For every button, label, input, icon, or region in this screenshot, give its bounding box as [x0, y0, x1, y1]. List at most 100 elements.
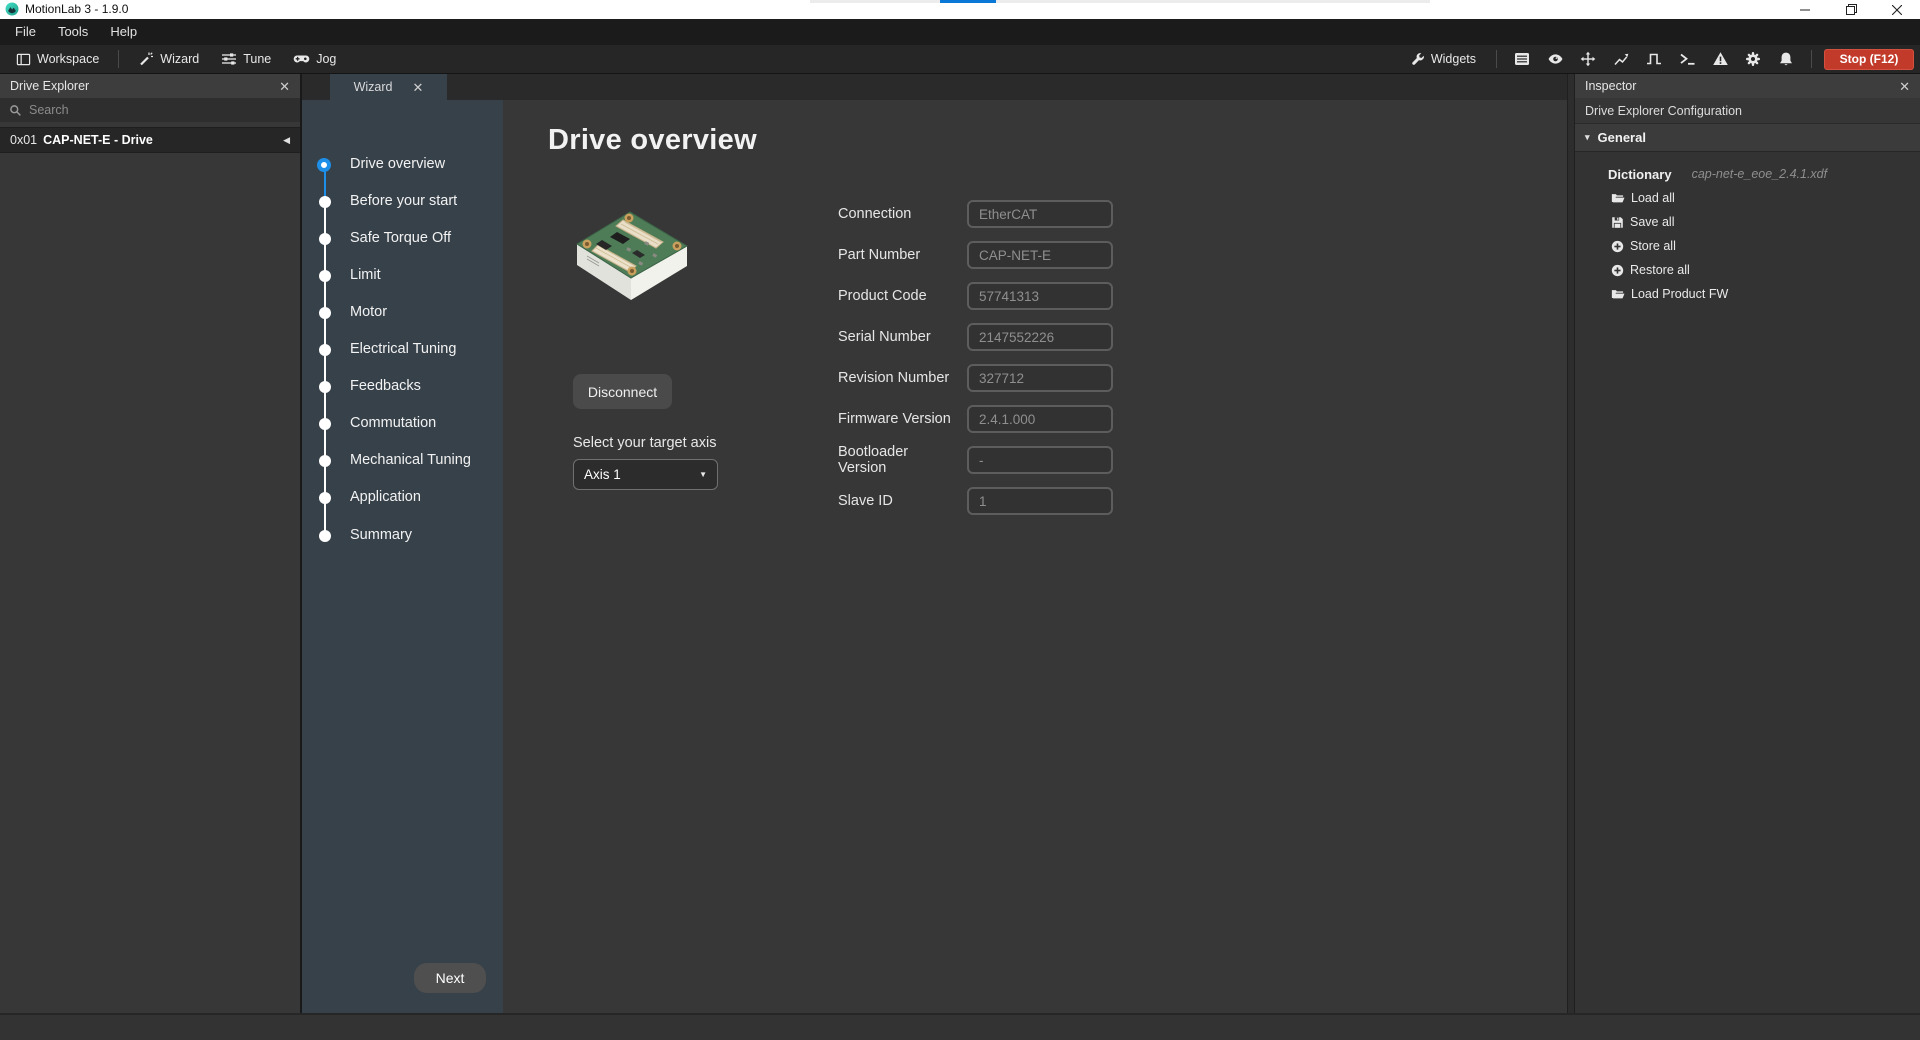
- chevron-down-icon: ▾: [1585, 132, 1590, 143]
- step-dot: [319, 492, 331, 504]
- toolbar: Workspace Wizard Tune: [0, 45, 1920, 74]
- settings-button[interactable]: [1740, 48, 1766, 70]
- wizard-step-application[interactable]: Application: [350, 489, 421, 505]
- drive-explorer-panel: Drive Explorer ✕ 0x01 CAP-NET-E - Drive …: [0, 74, 300, 1013]
- step-dot: [319, 307, 331, 319]
- step-dot: [319, 196, 331, 208]
- gamepad-icon: [293, 51, 310, 67]
- step-dot: [319, 455, 331, 467]
- load-product-fw-button[interactable]: Load Product FW: [1575, 282, 1920, 306]
- menu-bar: File Tools Help: [0, 19, 1920, 45]
- warning-icon: [1712, 51, 1729, 67]
- toolbar-divider: [1811, 50, 1812, 68]
- drive-product-image: [565, 198, 700, 320]
- wizard-button[interactable]: Wizard: [130, 48, 207, 70]
- tab-wizard[interactable]: Wizard ✕: [330, 74, 447, 100]
- step-dot: [319, 381, 331, 393]
- section-general[interactable]: ▾ General: [1575, 124, 1920, 152]
- tab-strip: Wizard ✕: [302, 74, 1567, 100]
- signal-generator-button[interactable]: [1641, 48, 1667, 70]
- wizard-step-mechanical-tuning[interactable]: Mechanical Tuning: [350, 452, 471, 468]
- collapse-chevron-icon[interactable]: ◀: [283, 135, 290, 146]
- wizard-step-electrical-tuning[interactable]: Electrical Tuning: [350, 341, 456, 357]
- search-icon: [9, 104, 22, 117]
- monitor-watch-button[interactable]: [1542, 48, 1568, 70]
- wizard-step-feedbacks[interactable]: Feedbacks: [350, 378, 421, 394]
- inspector-header: Inspector ✕: [1575, 74, 1920, 98]
- background-window-edge: [810, 0, 1430, 3]
- wizard-step-safe-torque-off[interactable]: Safe Torque Off: [350, 230, 451, 246]
- scope-button[interactable]: [1608, 48, 1634, 70]
- menu-tools[interactable]: Tools: [47, 19, 99, 45]
- right-splitter[interactable]: [1567, 74, 1575, 1013]
- step-dot: [319, 344, 331, 356]
- field-serial-number: Serial Number: [838, 323, 960, 351]
- tune-button[interactable]: Tune: [213, 48, 279, 70]
- disconnect-button[interactable]: Disconnect: [573, 374, 672, 409]
- sliders-icon: [221, 51, 237, 67]
- minimize-button[interactable]: [1782, 0, 1828, 19]
- drive-explorer-title: Drive Explorer: [10, 79, 89, 93]
- toolbar-divider: [1496, 50, 1497, 68]
- workspace-button[interactable]: Workspace: [8, 49, 107, 70]
- step-dot: [319, 233, 331, 245]
- part-number-input: [967, 241, 1113, 269]
- wizard-step-drive-overview[interactable]: Drive overview: [350, 156, 445, 172]
- menu-file[interactable]: File: [4, 19, 47, 45]
- restore-button[interactable]: [1828, 0, 1874, 19]
- motion-move-button[interactable]: [1575, 48, 1601, 70]
- wizard-step-summary[interactable]: Summary: [350, 527, 412, 543]
- restore-all-button[interactable]: Restore all: [1575, 258, 1920, 282]
- menu-help[interactable]: Help: [99, 19, 148, 45]
- drive-explorer-header: Drive Explorer ✕: [0, 74, 300, 98]
- widgets-button[interactable]: Widgets: [1402, 49, 1484, 70]
- drive-overview-page: Drive overview: [503, 100, 1567, 1013]
- window-title: MotionLab 3 - 1.9.0: [25, 0, 128, 19]
- search-input[interactable]: [29, 103, 269, 117]
- drive-address: 0x01: [10, 133, 37, 147]
- next-button[interactable]: Next: [414, 963, 486, 993]
- gear-icon: [1745, 51, 1761, 67]
- dictionary-filename: cap-net-e_eoe_2.4.1.xdf: [1692, 167, 1828, 181]
- wizard-step-commutation[interactable]: Commutation: [350, 415, 436, 431]
- stop-button[interactable]: Stop (F12): [1824, 49, 1914, 70]
- inspector-panel: Inspector ✕ Drive Explorer Configuration…: [1575, 74, 1920, 1013]
- field-product-code: Product Code: [838, 282, 960, 310]
- motionlab-window: MotionLab 3 - 1.9.0 File Tools Help: [0, 0, 1920, 1040]
- app-logo-icon: [5, 2, 19, 16]
- wizard-step-motor[interactable]: Motor: [350, 304, 387, 320]
- save-all-button[interactable]: Save all: [1575, 210, 1920, 234]
- drive-explorer-close-icon[interactable]: ✕: [279, 80, 290, 93]
- jog-button[interactable]: Jog: [285, 48, 344, 70]
- field-part-number: Part Number: [838, 241, 960, 269]
- connection-input: [967, 200, 1113, 228]
- drive-name: CAP-NET-E - Drive: [43, 133, 153, 147]
- notifications-button[interactable]: [1773, 48, 1799, 70]
- step-dot: [319, 530, 331, 542]
- workspace-icon: [16, 52, 31, 67]
- save-icon: [1611, 216, 1624, 229]
- page-title: Drive overview: [548, 124, 757, 157]
- square-wave-icon: [1646, 51, 1662, 67]
- drive-tree-item[interactable]: 0x01 CAP-NET-E - Drive ◀: [0, 127, 300, 153]
- title-bar: MotionLab 3 - 1.9.0: [0, 0, 1920, 19]
- wizard-step-before-your-start[interactable]: Before your start: [350, 193, 457, 209]
- eye-icon: [1547, 51, 1564, 67]
- step-dot: [319, 418, 331, 430]
- firmware-version-input: [967, 405, 1113, 433]
- close-button[interactable]: [1874, 0, 1920, 19]
- store-all-button[interactable]: Store all: [1575, 234, 1920, 258]
- wizard-steps-panel: Drive overview Before your start Safe To…: [302, 100, 503, 1013]
- axis-select-label: Select your target axis: [573, 435, 716, 451]
- field-connection: Connection: [838, 200, 960, 228]
- inspector-close-icon[interactable]: ✕: [1899, 80, 1910, 93]
- console-button[interactable]: [1674, 48, 1700, 70]
- wizard-step-limit[interactable]: Limit: [350, 267, 381, 283]
- load-all-button[interactable]: Load all: [1575, 186, 1920, 210]
- tab-close-icon[interactable]: ✕: [413, 81, 424, 94]
- registers-table-button[interactable]: [1509, 48, 1535, 70]
- table-icon: [1514, 51, 1530, 67]
- axis-select[interactable]: Axis 1 ▼: [573, 459, 718, 490]
- alerts-button[interactable]: [1707, 48, 1733, 70]
- scope-chart-icon: [1613, 51, 1630, 67]
